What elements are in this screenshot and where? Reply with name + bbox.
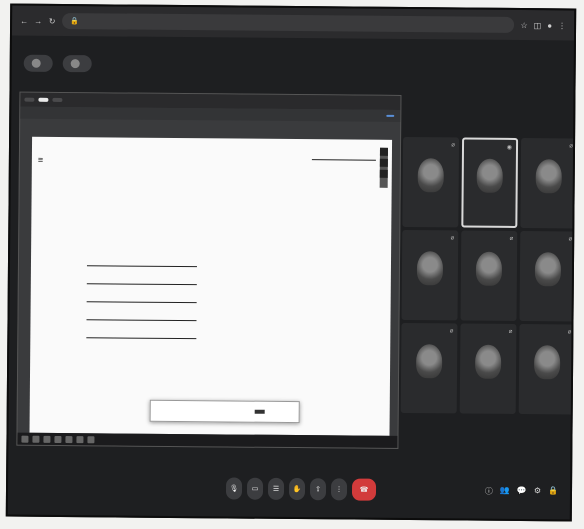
- taskbar-app-icon[interactable]: [87, 435, 95, 443]
- participant-tile[interactable]: ⌀: [400, 322, 458, 414]
- mic-off-icon: ⌀: [451, 142, 456, 149]
- raise-hand-icon[interactable]: ✋: [288, 477, 306, 501]
- participant-tile[interactable]: ⌀: [518, 323, 576, 415]
- participant-video: [476, 158, 503, 193]
- lock-icon[interactable]: 🔒: [548, 486, 558, 497]
- mic-off-icon: ⌀: [449, 328, 454, 335]
- mic-off-icon: ⌀: [450, 235, 455, 242]
- chat-icon[interactable]: 💬: [517, 485, 527, 496]
- shared-screen: ≡: [16, 91, 402, 449]
- shared-document: ≡: [29, 136, 393, 436]
- shared-address-bar: [20, 106, 401, 122]
- call-controls: 🎙 ▭ ☰ ✋ ⇪ ⋮ ☎: [225, 477, 377, 501]
- taskbar-app-icon[interactable]: [54, 435, 62, 443]
- mic-off-icon: ⌀: [568, 236, 573, 243]
- mic-off-icon: ⌀: [508, 328, 513, 335]
- participant-tile-active[interactable]: ◉: [461, 137, 519, 228]
- participant-tile[interactable]: ⌀: [402, 136, 460, 228]
- participant-video: [534, 251, 562, 287]
- meeting-controls-bar: 🎙 ▭ ☰ ✋ ⇪ ⋮ ☎ ⓘ 👥 💬 ⚙ 🔒: [8, 464, 570, 515]
- back-icon[interactable]: ←: [20, 16, 28, 25]
- mic-off-icon: ⌀: [567, 329, 572, 336]
- participant-grid: ⌀ ◉ ⌀ ⌀ ⌀ ⌀ ⌀ ⌀ ⌀: [400, 136, 577, 415]
- dialog-button[interactable]: [254, 409, 265, 414]
- browser-toolbar: ← → ↻ 🔒 ☆ ◫ ● ⋮: [11, 5, 575, 41]
- lock-icon: 🔒: [70, 18, 79, 26]
- shared-tab-3[interactable]: [52, 97, 63, 102]
- participant-tile[interactable]: ⌀: [459, 323, 517, 414]
- taskbar-app-icon[interactable]: [32, 435, 40, 443]
- start-icon[interactable]: [21, 435, 29, 443]
- captions-icon[interactable]: ☰: [267, 477, 285, 500]
- presenter-badge[interactable]: [23, 54, 53, 72]
- profile-icon[interactable]: ●: [547, 21, 552, 30]
- forward-icon[interactable]: →: [34, 16, 42, 25]
- info-icon[interactable]: ⓘ: [485, 485, 493, 496]
- mic-off-icon: ⌀: [569, 143, 574, 150]
- participant-video: [475, 251, 503, 286]
- presentation-badge[interactable]: [62, 54, 92, 72]
- shared-tab-2[interactable]: [38, 97, 49, 102]
- bookmark-icon[interactable]: ☆: [520, 20, 527, 29]
- meeting-info: [20, 487, 210, 489]
- presenter-avatar: [31, 58, 41, 68]
- meet-header: [12, 46, 574, 85]
- mic-off-icon: ⌀: [509, 235, 514, 242]
- meet-window: ← → ↻ 🔒 ☆ ◫ ● ⋮ ≡ ⌀ ◉ ⌀ ⌀ ⌀ ⌀ ⌀ ⌀ ⌀ 🎙 ▭ …: [5, 3, 577, 522]
- doc-dialog: [149, 399, 300, 424]
- participant-tile[interactable]: ⌀: [401, 229, 459, 321]
- shared-share-button[interactable]: [386, 114, 395, 117]
- shared-side-toolbar: [379, 147, 389, 188]
- more-options-icon[interactable]: ⋮: [330, 478, 348, 501]
- participant-tile[interactable]: ⌀: [460, 230, 518, 321]
- participant-video: [416, 250, 444, 286]
- participant-video: [474, 344, 502, 379]
- microphone-icon[interactable]: 🎙: [225, 477, 243, 500]
- shared-taskbar: [17, 432, 398, 448]
- shared-tab-1[interactable]: [24, 97, 35, 102]
- reload-icon[interactable]: ↻: [48, 16, 56, 25]
- extensions-icon[interactable]: ◫: [534, 21, 542, 30]
- menu-icon[interactable]: ⋮: [558, 21, 566, 30]
- participant-video: [533, 344, 561, 380]
- speaking-icon: ◉: [506, 144, 513, 151]
- address-bar[interactable]: 🔒: [62, 12, 515, 33]
- participant-video: [535, 158, 562, 194]
- camera-icon[interactable]: ▭: [246, 477, 264, 500]
- hamburger-menu-icon[interactable]: ≡: [38, 155, 43, 165]
- presentation-avatar: [70, 58, 80, 68]
- participant-tile[interactable]: ⌀: [520, 138, 577, 229]
- taskbar-app-icon[interactable]: [76, 435, 84, 443]
- taskbar-app-icon[interactable]: [65, 435, 73, 443]
- participant-tile[interactable]: ⌀: [519, 230, 577, 322]
- taskbar-app-icon[interactable]: [43, 435, 51, 443]
- activities-icon[interactable]: ⚙: [534, 486, 541, 497]
- present-icon[interactable]: ⇪: [309, 478, 327, 501]
- side-panel-controls: ⓘ 👥 💬 ⚙ 🔒: [485, 485, 558, 497]
- people-icon[interactable]: 👥: [500, 485, 510, 496]
- end-call-icon[interactable]: ☎: [351, 478, 377, 501]
- participant-video: [417, 157, 444, 193]
- participant-video: [415, 343, 443, 379]
